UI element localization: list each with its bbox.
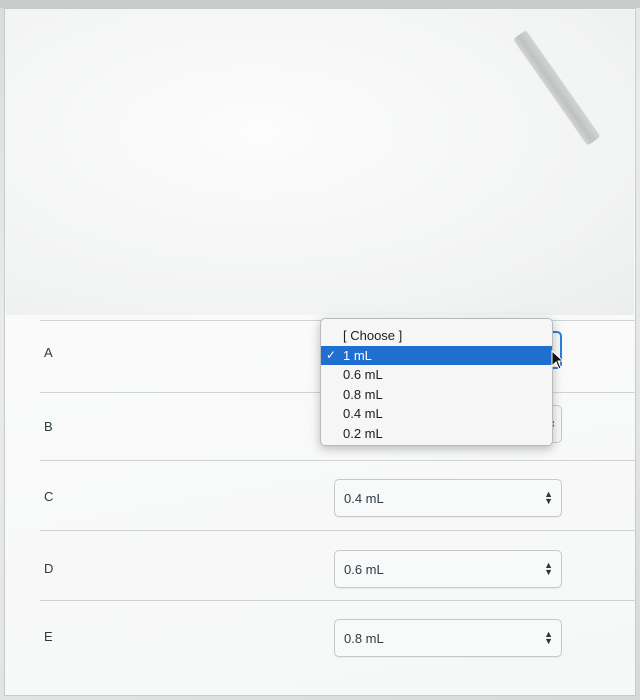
row-label: C: [44, 489, 54, 504]
select-value: 0.6 mL: [344, 562, 384, 577]
updown-arrows-icon: ▲▼: [544, 629, 553, 646]
updown-arrows-icon: ▲▼: [544, 560, 553, 577]
dropdown-option-0-2ml[interactable]: 0.2 mL: [321, 424, 552, 444]
checkmark-icon: ✓: [326, 347, 337, 362]
row-label: A: [44, 345, 53, 360]
pipette-image: [512, 30, 601, 146]
dropdown-option-0-8ml[interactable]: 0.8 mL: [321, 385, 552, 405]
row-label: E: [44, 629, 53, 644]
top-strip: [0, 0, 640, 8]
dropdown-option-0-4ml[interactable]: 0.4 mL: [321, 404, 552, 424]
row-label: B: [44, 419, 53, 434]
select-value: 0.8 mL: [344, 631, 384, 646]
updown-arrows-icon: ▲▼: [544, 489, 553, 506]
answer-select-d[interactable]: 0.6 mL ▲ ▼: [334, 550, 562, 588]
dropdown-option-1ml[interactable]: ✓ 1 mL: [321, 345, 552, 365]
matching-row-e: E 0.8 mL ▲ ▼: [40, 600, 636, 670]
select-value: 0.4 mL: [344, 491, 384, 506]
matching-row-c: C 0.4 mL ▲ ▼: [40, 460, 636, 530]
row-label: D: [44, 561, 54, 576]
answer-dropdown-menu: [ Choose ] ✓ 1 mL 0.6 mL 0.8 mL 0.4 mL 0…: [320, 318, 553, 446]
dropdown-option-0-6ml[interactable]: 0.6 mL: [321, 365, 552, 385]
matching-row-d: D 0.6 mL ▲ ▼: [40, 530, 636, 600]
dropdown-option-choose[interactable]: [ Choose ]: [321, 326, 552, 346]
answer-select-e[interactable]: 0.8 mL ▲ ▼: [334, 619, 562, 657]
mouse-pointer-icon: [551, 349, 565, 375]
answer-select-c[interactable]: 0.4 mL ▲ ▼: [334, 479, 562, 517]
question-image: [6, 10, 634, 315]
